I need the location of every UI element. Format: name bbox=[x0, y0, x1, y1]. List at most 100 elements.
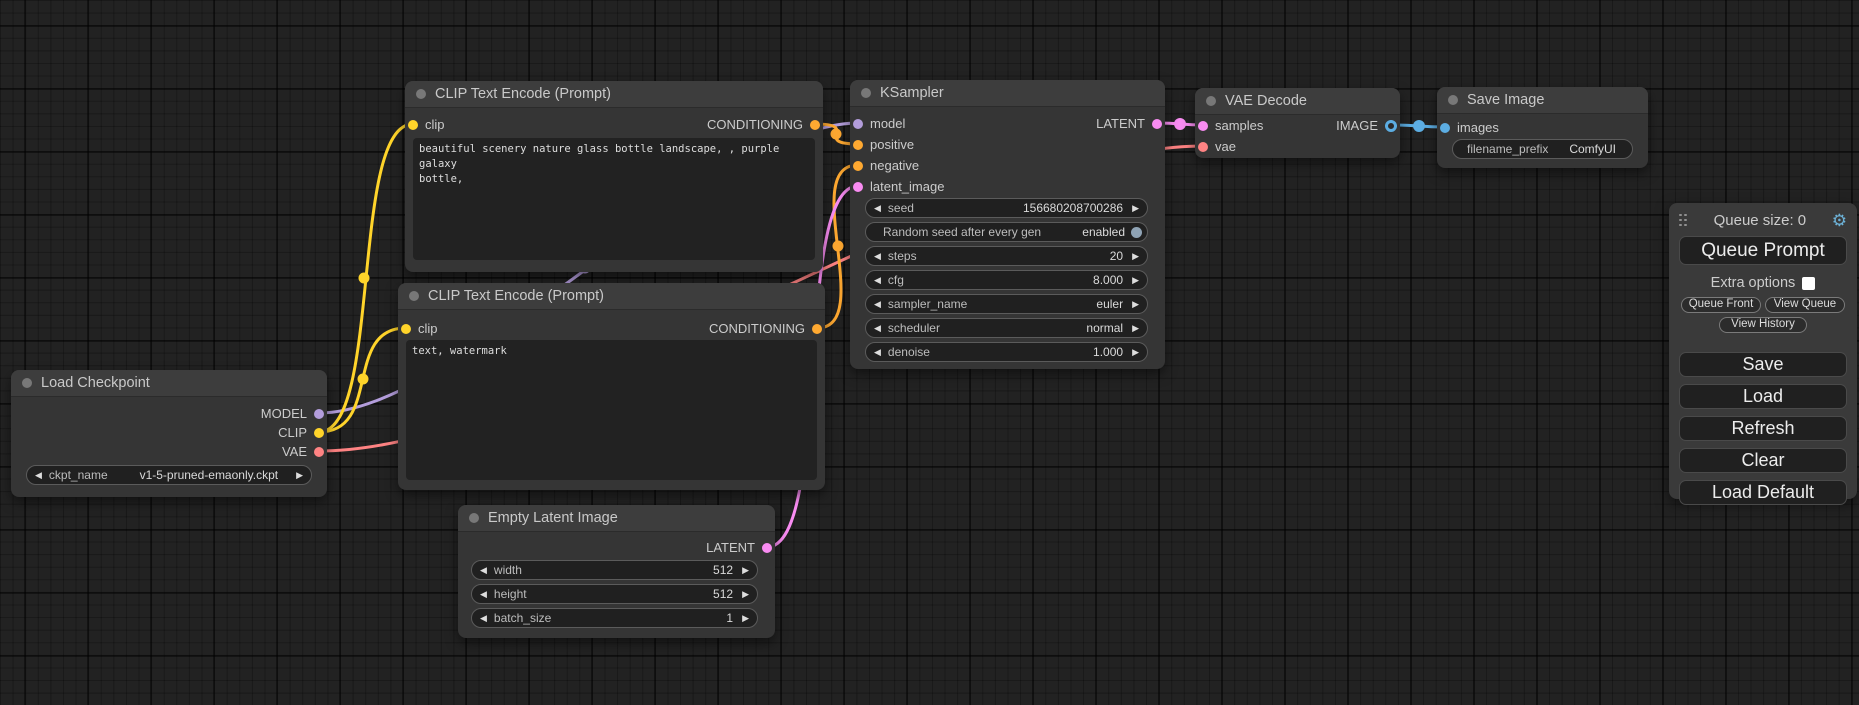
node-title-bar[interactable]: CLIP Text Encode (Prompt) bbox=[398, 283, 825, 310]
output-slot-vae[interactable]: VAE bbox=[282, 444, 324, 459]
input-slot-model[interactable]: model bbox=[853, 116, 905, 131]
increment-arrow-icon[interactable]: ▶ bbox=[1132, 276, 1139, 285]
input-slot-negative[interactable]: negative bbox=[853, 158, 919, 173]
output-slot-latent[interactable]: LATENT bbox=[706, 540, 772, 555]
link-midpoint-dot[interactable] bbox=[1413, 120, 1425, 132]
queue-panel[interactable]: Queue size: 0 ⚙ Queue Prompt Extra optio… bbox=[1669, 203, 1857, 499]
node-save-image[interactable]: Save Image images filename_prefix ComfyU… bbox=[1437, 87, 1648, 168]
node-clip-text-encode-positive[interactable]: CLIP Text Encode (Prompt) clip CONDITION… bbox=[405, 81, 823, 272]
slot-dot-image[interactable] bbox=[1440, 123, 1450, 133]
slot-dot-image[interactable] bbox=[1385, 120, 1397, 132]
slot-dot-clip[interactable] bbox=[401, 324, 411, 334]
decrement-arrow-icon[interactable]: ◀ bbox=[874, 276, 881, 285]
widget-denoise[interactable]: ◀ denoise 1.000 ▶ bbox=[865, 342, 1148, 362]
extra-options-checkbox[interactable] bbox=[1802, 277, 1815, 290]
link-midpoint-dot[interactable] bbox=[833, 241, 844, 252]
output-slot-clip[interactable]: CLIP bbox=[278, 425, 324, 440]
node-ksampler[interactable]: KSampler model positive negative latent_… bbox=[850, 80, 1165, 369]
node-title-bar[interactable]: CLIP Text Encode (Prompt) bbox=[405, 81, 823, 108]
settings-gear-icon[interactable]: ⚙ bbox=[1832, 212, 1847, 229]
input-slot-latent-image[interactable]: latent_image bbox=[853, 179, 944, 194]
refresh-button[interactable]: Refresh bbox=[1679, 416, 1847, 441]
increment-arrow-icon[interactable]: ▶ bbox=[1132, 204, 1139, 213]
clear-button[interactable]: Clear bbox=[1679, 448, 1847, 473]
widget-cfg[interactable]: ◀ cfg 8.000 ▶ bbox=[865, 270, 1148, 290]
output-slot-conditioning[interactable]: CONDITIONING bbox=[709, 321, 822, 336]
increment-arrow-icon[interactable]: ▶ bbox=[1132, 300, 1139, 309]
link-midpoint-dot[interactable] bbox=[359, 273, 370, 284]
widget-ckpt-name[interactable]: ◀ ckpt_name v1-5-pruned-emaonly.ckpt ▶ bbox=[26, 465, 312, 485]
input-slot-samples[interactable]: samples bbox=[1198, 118, 1263, 133]
output-slot-conditioning[interactable]: CONDITIONING bbox=[707, 117, 820, 132]
widget-random-seed-toggle[interactable]: Random seed after every gen enabled bbox=[865, 222, 1148, 242]
widget-filename-prefix[interactable]: filename_prefix ComfyUI bbox=[1452, 139, 1633, 159]
view-history-button[interactable]: View History bbox=[1719, 317, 1807, 333]
decrement-arrow-icon[interactable]: ◀ bbox=[35, 471, 42, 480]
decrement-arrow-icon[interactable]: ◀ bbox=[874, 252, 881, 261]
slot-dot-latent[interactable] bbox=[1198, 121, 1208, 131]
load-button[interactable]: Load bbox=[1679, 384, 1847, 409]
node-collapse-dot[interactable] bbox=[1448, 95, 1458, 105]
input-slot-images[interactable]: images bbox=[1440, 120, 1499, 135]
slot-dot-conditioning[interactable] bbox=[853, 161, 863, 171]
view-queue-button[interactable]: View Queue bbox=[1765, 297, 1845, 313]
node-title-bar[interactable]: Load Checkpoint bbox=[11, 370, 327, 397]
graph-canvas[interactable]: Load Checkpoint MODEL CLIP VAE ◀ ckpt_na… bbox=[0, 0, 1859, 705]
prompt-textarea-negative[interactable]: text, watermark bbox=[406, 340, 817, 480]
node-collapse-dot[interactable] bbox=[469, 513, 479, 523]
output-slot-latent[interactable]: LATENT bbox=[1096, 116, 1162, 131]
decrement-arrow-icon[interactable]: ◀ bbox=[480, 590, 487, 599]
node-collapse-dot[interactable] bbox=[22, 378, 32, 388]
queue-front-button[interactable]: Queue Front bbox=[1681, 297, 1761, 313]
node-title-bar[interactable]: KSampler bbox=[850, 80, 1165, 107]
increment-arrow-icon[interactable]: ▶ bbox=[1132, 252, 1139, 261]
slot-dot-latent[interactable] bbox=[762, 543, 772, 553]
increment-arrow-icon[interactable]: ▶ bbox=[742, 590, 749, 599]
node-collapse-dot[interactable] bbox=[1206, 96, 1216, 106]
node-title-bar[interactable]: VAE Decode bbox=[1195, 88, 1400, 115]
decrement-arrow-icon[interactable]: ◀ bbox=[480, 566, 487, 575]
node-collapse-dot[interactable] bbox=[409, 291, 419, 301]
decrement-arrow-icon[interactable]: ◀ bbox=[874, 204, 881, 213]
slot-dot-model[interactable] bbox=[853, 119, 863, 129]
widget-width[interactable]: ◀ width 512 ▶ bbox=[471, 560, 758, 580]
input-slot-positive[interactable]: positive bbox=[853, 137, 914, 152]
toggle-indicator-icon[interactable] bbox=[1131, 227, 1142, 238]
slot-dot-clip[interactable] bbox=[408, 120, 418, 130]
widget-sampler-name[interactable]: ◀ sampler_name euler ▶ bbox=[865, 294, 1148, 314]
increment-arrow-icon[interactable]: ▶ bbox=[1132, 324, 1139, 333]
increment-arrow-icon[interactable]: ▶ bbox=[742, 566, 749, 575]
prompt-textarea-positive[interactable]: beautiful scenery nature glass bottle la… bbox=[413, 138, 815, 260]
slot-dot-conditioning[interactable] bbox=[853, 140, 863, 150]
widget-seed[interactable]: ◀ seed 156680208700286 ▶ bbox=[865, 198, 1148, 218]
widget-height[interactable]: ◀ height 512 ▶ bbox=[471, 584, 758, 604]
decrement-arrow-icon[interactable]: ◀ bbox=[874, 300, 881, 309]
save-button[interactable]: Save bbox=[1679, 352, 1847, 377]
drag-handle-icon[interactable] bbox=[1679, 214, 1688, 228]
link-midpoint-dot[interactable] bbox=[358, 374, 369, 385]
widget-steps[interactable]: ◀ steps 20 ▶ bbox=[865, 246, 1148, 266]
decrement-arrow-icon[interactable]: ◀ bbox=[874, 348, 881, 357]
link-midpoint-dot[interactable] bbox=[831, 129, 842, 140]
node-load-checkpoint[interactable]: Load Checkpoint MODEL CLIP VAE ◀ ckpt_na… bbox=[11, 370, 327, 497]
widget-batch-size[interactable]: ◀ batch_size 1 ▶ bbox=[471, 608, 758, 628]
slot-dot-conditioning[interactable] bbox=[810, 120, 820, 130]
decrement-arrow-icon[interactable]: ◀ bbox=[874, 324, 881, 333]
node-title-bar[interactable]: Empty Latent Image bbox=[458, 505, 775, 532]
output-slot-model[interactable]: MODEL bbox=[261, 406, 324, 421]
widget-scheduler[interactable]: ◀ scheduler normal ▶ bbox=[865, 318, 1148, 338]
increment-arrow-icon[interactable]: ▶ bbox=[742, 614, 749, 623]
link-midpoint-dot[interactable] bbox=[1174, 118, 1186, 130]
queue-prompt-button[interactable]: Queue Prompt bbox=[1679, 236, 1847, 265]
input-slot-clip[interactable]: clip bbox=[408, 117, 445, 132]
node-empty-latent-image[interactable]: Empty Latent Image LATENT ◀ width 512 ▶ … bbox=[458, 505, 775, 638]
node-vae-decode[interactable]: VAE Decode samples vae IMAGE bbox=[1195, 88, 1400, 158]
slot-dot-latent[interactable] bbox=[1152, 119, 1162, 129]
increment-arrow-icon[interactable]: ▶ bbox=[1132, 348, 1139, 357]
input-slot-vae[interactable]: vae bbox=[1198, 139, 1236, 154]
slot-dot-conditioning[interactable] bbox=[812, 324, 822, 334]
increment-arrow-icon[interactable]: ▶ bbox=[296, 471, 303, 480]
output-slot-image[interactable]: IMAGE bbox=[1336, 118, 1397, 133]
slot-dot-vae[interactable] bbox=[314, 447, 324, 457]
slot-dot-vae[interactable] bbox=[1198, 142, 1208, 152]
